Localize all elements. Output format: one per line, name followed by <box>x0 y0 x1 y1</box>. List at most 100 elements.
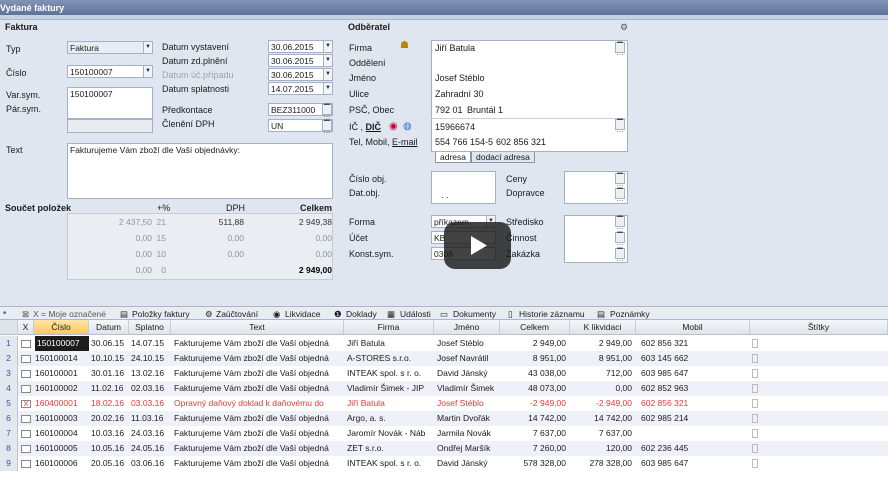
tab-zauctovani[interactable]: Zaúčtování <box>216 309 258 319</box>
col-cislo[interactable]: Číslo <box>34 320 89 335</box>
row-checkbox[interactable] <box>21 370 31 378</box>
table-row[interactable]: 5 X 160400001 18.02.16 03.03.16 Opravný daňov… <box>0 396 888 411</box>
cislo-field[interactable]: 150100007 ▼ <box>67 65 153 78</box>
invoice-grid: X Číslo Datum Splatno Text Firma Jméno C… <box>0 320 888 477</box>
star-label[interactable]: * <box>3 309 6 319</box>
email-link[interactable]: E-mail <box>392 137 418 147</box>
ellipsis-icon[interactable]: ▔… <box>322 104 332 119</box>
ellipsis-icon[interactable]: ▔… <box>615 173 625 188</box>
row-checkbox[interactable]: X <box>21 400 31 408</box>
jmeno-label: Jméno <box>349 73 377 83</box>
parsym-field[interactable] <box>67 119 153 133</box>
col-datum[interactable]: Datum <box>89 320 129 335</box>
stitky-cell[interactable] <box>752 399 758 408</box>
row-checkbox[interactable] <box>21 415 31 423</box>
ic-label-text: IČ , <box>349 122 364 132</box>
note-icon: ▤ <box>597 309 606 319</box>
table-row[interactable]: 6 160100003 20.02.16 11.03.16 Fakturujeme Vá… <box>0 411 888 426</box>
cell-datum: 30.01.16 <box>91 368 125 378</box>
table-row[interactable]: 4 160100002 11.02.16 02.03.16 Fakturujeme Vá… <box>0 381 888 396</box>
stitky-cell[interactable] <box>752 339 758 348</box>
varsym-field[interactable]: 150100007 <box>67 87 153 119</box>
tab-likvidace[interactable]: Likvidace <box>285 309 320 319</box>
cleneni-field[interactable]: UN ▔… <box>268 119 333 135</box>
soucet-col-pct: +% <box>157 203 171 213</box>
stitky-cell[interactable] <box>752 459 758 468</box>
col-likvidaci[interactable]: K likvidaci <box>570 320 636 335</box>
ellipsis-icon[interactable]: ▔… <box>615 248 625 263</box>
ellipsis-icon[interactable]: ▔… <box>615 232 625 247</box>
table-row[interactable]: 1 150100007 30.06.15 14.07.15 Fakturujeme Vá… <box>0 336 888 351</box>
datum-zdpl-field[interactable]: 30.06.2015 ▼ <box>268 54 333 67</box>
row-checkbox[interactable] <box>21 385 31 393</box>
stitky-cell[interactable] <box>752 369 758 378</box>
dat-obj-value: . . <box>441 190 449 200</box>
datum-vystaveni-field[interactable]: 30.06.2015 ▼ <box>268 40 333 53</box>
tab-doklady[interactable]: Doklady <box>346 309 377 319</box>
col-stitky[interactable]: Štítky <box>750 320 888 335</box>
row-checkbox[interactable] <box>21 460 31 468</box>
col-text[interactable]: Text <box>171 320 344 335</box>
tab-adresa[interactable]: adresa <box>435 152 471 163</box>
cell-text: Fakturujeme Vám zboží dle Vaší objedná <box>174 443 329 453</box>
ellipsis-icon[interactable]: ▔… <box>615 119 625 134</box>
chevron-down-icon[interactable]: ▼ <box>143 42 152 53</box>
col-firma[interactable]: Firma <box>344 320 434 335</box>
ellipsis-icon[interactable]: ▔… <box>615 42 625 57</box>
stitky-cell[interactable] <box>752 354 758 363</box>
stitky-cell[interactable] <box>752 414 758 423</box>
chevron-down-icon[interactable]: ▼ <box>143 66 152 77</box>
datum-splat-field[interactable]: 14.07.2015 ▼ <box>268 82 333 95</box>
row-checkbox[interactable] <box>21 355 31 363</box>
soucet-pct: 0 <box>161 265 166 275</box>
play-button[interactable] <box>444 222 511 269</box>
tab-udalosti[interactable]: Události <box>400 309 431 319</box>
settings-icon[interactable]: ⚙ <box>620 22 628 33</box>
table-row[interactable]: 3 160100001 30.01.16 13.02.16 Fakturujeme Vá… <box>0 366 888 381</box>
row-checkbox[interactable] <box>21 445 31 453</box>
ellipsis-icon[interactable]: ▔… <box>322 120 332 135</box>
tab-polozky[interactable]: Položky faktury <box>132 309 190 319</box>
tab-dodaci-adresa[interactable]: dodací adresa <box>471 152 535 163</box>
tab-historie[interactable]: Historie záznamu <box>519 309 585 319</box>
table-row[interactable]: 7 160100004 10.03.16 24.03.16 Fakturujeme Vá… <box>0 426 888 441</box>
cell-firma: A-STORES s.r.o. <box>347 353 412 363</box>
chevron-down-icon[interactable]: ▼ <box>323 69 332 80</box>
stitky-cell[interactable] <box>752 444 758 453</box>
typ-select[interactable]: Faktura ▼ <box>67 41 153 54</box>
chevron-down-icon[interactable]: ▼ <box>323 55 332 66</box>
row-checkbox[interactable] <box>21 430 31 438</box>
col-x[interactable]: X <box>18 320 34 335</box>
table-row[interactable]: 8 160100005 10.05.16 24.05.16 Fakturujeme Vá… <box>0 441 888 456</box>
dic-link[interactable]: DIČ <box>366 122 382 132</box>
col-celkem[interactable]: Celkem <box>500 320 570 335</box>
chevron-down-icon[interactable]: ▼ <box>323 83 332 94</box>
tab-poznamky[interactable]: Poznámky <box>610 309 650 319</box>
datum-ucp-field[interactable]: 30.06.2015 ▼ <box>268 68 333 81</box>
soucet-pct: 21 <box>156 217 166 227</box>
predkontace-field[interactable]: BEZ311000 ▔… <box>268 103 333 119</box>
cislo-label: Číslo <box>6 68 27 78</box>
stitky-cell[interactable] <box>752 384 758 393</box>
firma-label: Firma <box>349 43 372 53</box>
chevron-down-icon[interactable]: ▼ <box>323 41 332 52</box>
tab-x-oznacene[interactable]: X = Moje označené <box>33 309 106 319</box>
table-row[interactable]: 2 150100014 10.10.15 24.10.15 Fakturujeme Vá… <box>0 351 888 366</box>
col-mobil[interactable]: Mobil <box>636 320 750 335</box>
globe-icon[interactable]: ◍ <box>403 121 412 132</box>
ellipsis-icon[interactable]: ▔… <box>615 188 625 203</box>
ellipsis-icon[interactable]: ▔… <box>615 216 625 231</box>
search-icon[interactable]: ◉ <box>389 121 398 132</box>
cell-jmeno: Vladimír Šimek <box>437 383 495 393</box>
stitky-cell[interactable] <box>752 429 758 438</box>
table-row[interactable]: 9 160100006 20.05.16 03.06.16 Fakturujeme Vá… <box>0 456 888 471</box>
text-area[interactable]: Fakturujeme Vám zboží dle Vaší objednávk… <box>67 143 333 199</box>
people-icon[interactable]: ☗ <box>400 40 409 51</box>
cell-datum: 30.06.15 <box>91 338 125 348</box>
cell-splatno: 13.02.16 <box>131 368 165 378</box>
tab-dokumenty[interactable]: Dokumenty <box>453 309 496 319</box>
row-checkbox[interactable] <box>21 340 31 348</box>
col-splatno[interactable]: Splatno <box>129 320 171 335</box>
mobil-value: 602 856 321 <box>496 137 547 147</box>
col-jmeno[interactable]: Jméno <box>434 320 500 335</box>
